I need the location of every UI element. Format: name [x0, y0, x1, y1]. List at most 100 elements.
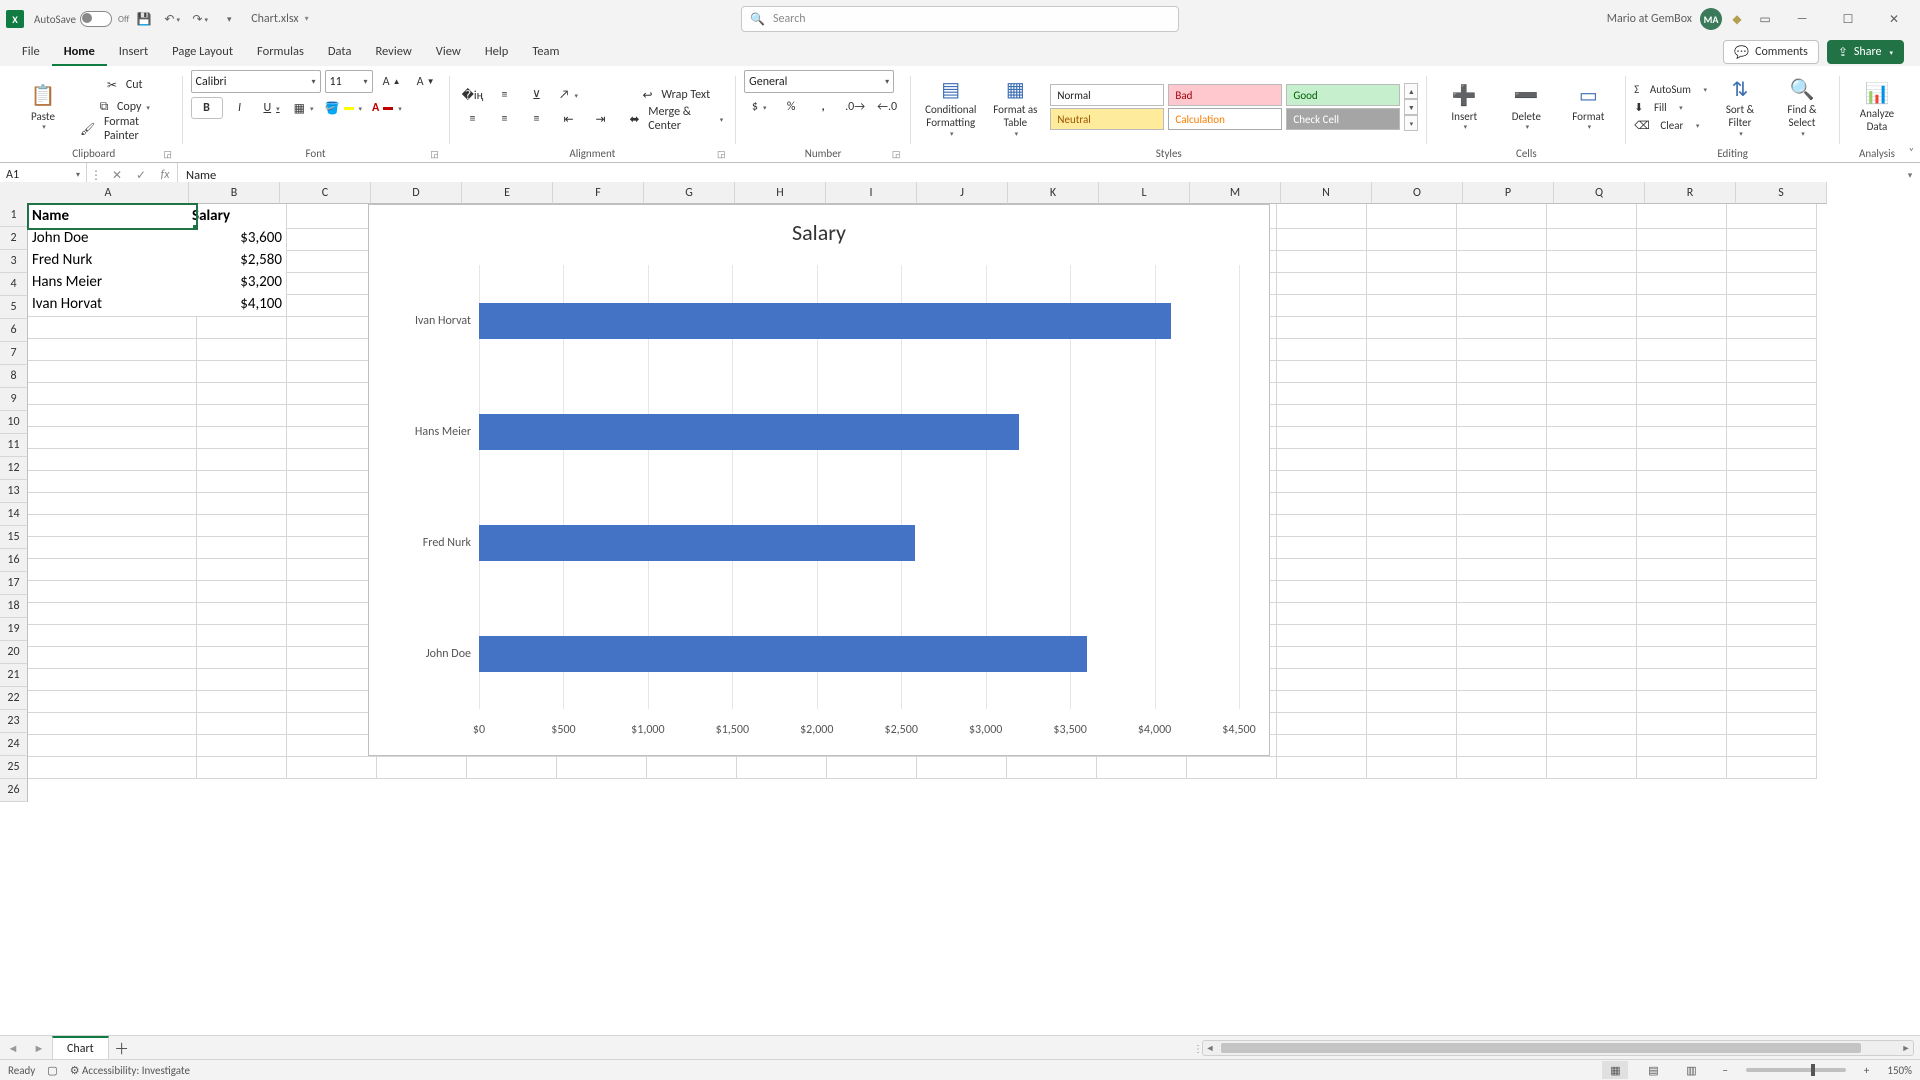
sheet-nav-next[interactable]: ► — [26, 1036, 52, 1060]
align-center-button[interactable]: ≡ — [490, 109, 520, 129]
autosave-toggle[interactable] — [80, 11, 112, 27]
undo-icon[interactable]: ↶▾ — [159, 6, 185, 32]
row-header[interactable]: 14 — [0, 503, 28, 526]
format-cells-button[interactable]: ▭Format▾ — [1559, 74, 1617, 140]
ribbon-tab-page-layout[interactable]: Page Layout — [160, 38, 245, 66]
row-header[interactable]: 18 — [0, 595, 28, 618]
cell[interactable] — [1088, 754, 1187, 779]
increase-indent-button[interactable]: ⇥ — [586, 109, 616, 129]
cell[interactable] — [1538, 754, 1637, 779]
style-check-cell[interactable]: Check Cell — [1286, 108, 1400, 130]
analyze-data-button[interactable]: 📊Analyze Data — [1848, 74, 1906, 140]
ribbon-tab-view[interactable]: View — [424, 38, 473, 66]
orientation-button[interactable]: ↗▾ — [554, 85, 584, 105]
font-size-combo[interactable]: 11▾ — [325, 70, 373, 93]
data-cell[interactable]: Ivan Horvat — [28, 292, 197, 317]
row-header[interactable]: 20 — [0, 641, 28, 664]
font-name-combo[interactable]: Calibri▾ — [191, 70, 321, 93]
ribbon-tab-file[interactable]: File — [10, 38, 52, 66]
column-header[interactable]: L — [1099, 182, 1190, 204]
dialog-launcher-icon[interactable]: ◲ — [429, 149, 441, 161]
ribbon-tab-team[interactable]: Team — [520, 38, 571, 66]
redo-icon[interactable]: ↷▾ — [187, 6, 213, 32]
cell[interactable] — [1268, 754, 1367, 779]
column-header[interactable]: N — [1281, 182, 1372, 204]
cell[interactable] — [1628, 754, 1727, 779]
decrease-indent-button[interactable]: ⇤ — [554, 109, 584, 129]
column-header[interactable]: D — [371, 182, 462, 204]
font-color-button[interactable]: A▾ — [368, 98, 406, 118]
window-close-button[interactable]: ✕ — [1872, 0, 1916, 38]
dialog-launcher-icon[interactable]: ◲ — [162, 149, 174, 161]
row-header[interactable]: 24 — [0, 733, 28, 756]
comments-button[interactable]: 💬 Comments — [1723, 40, 1819, 64]
align-right-button[interactable]: ≡ — [522, 109, 552, 129]
file-name[interactable]: Chart.xlsx — [251, 12, 298, 26]
column-header[interactable]: C — [280, 182, 371, 204]
chart-bar[interactable] — [479, 414, 1019, 450]
accessibility-status[interactable]: ⚙ Accessibility: Investigate — [70, 1064, 190, 1077]
ribbon-tab-home[interactable]: Home — [52, 38, 107, 66]
column-header[interactable]: F — [553, 182, 644, 204]
align-bottom-button[interactable]: ⊻ — [522, 85, 552, 105]
styles-more[interactable]: ▾ — [1404, 115, 1418, 131]
insert-cells-button[interactable]: ➕Insert▾ — [1435, 74, 1493, 140]
increase-font-size-button[interactable]: A▲ — [377, 72, 407, 92]
cell[interactable] — [908, 754, 1007, 779]
borders-button[interactable]: ▦▾ — [289, 98, 319, 118]
row-header[interactable]: 7 — [0, 342, 28, 365]
column-header[interactable]: P — [1463, 182, 1554, 204]
cell-styles-gallery[interactable]: Normal Bad Good Neutral Calculation Chec… — [1048, 83, 1402, 131]
column-header[interactable]: S — [1736, 182, 1827, 204]
row-header[interactable]: 5 — [0, 296, 28, 319]
sheet-nav-prev[interactable]: ◄ — [0, 1036, 26, 1060]
row-header[interactable]: 23 — [0, 710, 28, 733]
style-normal[interactable]: Normal — [1050, 84, 1164, 106]
format-as-table-button[interactable]: ▦Format as Table▾ — [986, 74, 1044, 140]
ribbon-tab-review[interactable]: Review — [363, 38, 423, 66]
row-header[interactable]: 8 — [0, 365, 28, 388]
cell[interactable] — [818, 754, 917, 779]
column-header[interactable]: B — [189, 182, 280, 204]
styles-scroll-down[interactable]: ▼ — [1404, 99, 1418, 115]
accounting-format-button[interactable]: $▾ — [744, 97, 774, 117]
collapse-ribbon-icon[interactable]: ˅ — [1909, 145, 1914, 158]
row-header[interactable]: 2 — [0, 227, 28, 250]
chart-title[interactable]: Salary — [369, 205, 1269, 254]
cell[interactable] — [1178, 754, 1277, 779]
row-header[interactable]: 22 — [0, 687, 28, 710]
view-page-layout-button[interactable]: ▤ — [1640, 1061, 1666, 1079]
column-header[interactable]: I — [826, 182, 917, 204]
autosum-button[interactable]: Σ AutoSum ▾ — [1634, 80, 1707, 98]
row-header[interactable]: 12 — [0, 457, 28, 480]
copy-button[interactable]: ⧉ Copy▾ — [76, 97, 174, 117]
row-header[interactable]: 3 — [0, 250, 28, 273]
select-all-corner[interactable] — [0, 182, 29, 205]
fill-button[interactable]: ⬇ Fill ▾ — [1634, 98, 1707, 116]
zoom-in-button[interactable]: + — [1858, 1064, 1875, 1077]
format-painter-button[interactable]: 🖌 Format Painter — [76, 119, 174, 139]
bold-button[interactable]: B — [191, 97, 223, 119]
avatar[interactable]: MA — [1700, 8, 1722, 30]
cell[interactable] — [1358, 754, 1457, 779]
save-icon[interactable]: 💾 — [131, 6, 157, 32]
new-sheet-button[interactable]: ＋ — [109, 1038, 135, 1059]
cell[interactable] — [548, 754, 647, 779]
data-cell[interactable]: $4,100 — [188, 292, 287, 317]
percent-format-button[interactable]: % — [776, 97, 806, 117]
italic-button[interactable]: I — [225, 98, 255, 118]
zoom-out-button[interactable]: − — [1716, 1064, 1733, 1077]
decrease-font-size-button[interactable]: A▼ — [411, 72, 441, 92]
cell[interactable] — [458, 754, 557, 779]
macro-record-icon[interactable]: ▢ — [47, 1064, 57, 1077]
share-button[interactable]: ⇪ Share ▾ — [1827, 40, 1904, 64]
ribbon-display-options-icon[interactable]: ▭ — [1752, 6, 1778, 32]
column-header[interactable]: E — [462, 182, 553, 204]
row-header[interactable]: 25 — [0, 756, 28, 779]
row-header[interactable]: 4 — [0, 273, 28, 296]
conditional-formatting-button[interactable]: ▤Conditional Formatting▾ — [919, 74, 982, 140]
column-header[interactable]: R — [1645, 182, 1736, 204]
row-header[interactable]: 13 — [0, 480, 28, 503]
dialog-launcher-icon[interactable]: ◲ — [715, 149, 727, 161]
column-header[interactable]: M — [1190, 182, 1281, 204]
